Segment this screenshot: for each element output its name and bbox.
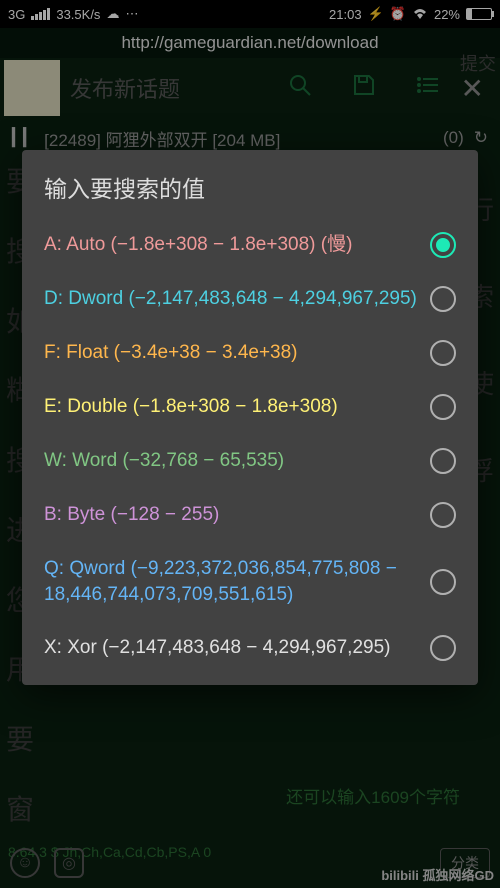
type-option-4[interactable]: W: Word (−32,768 − 65,535) (22, 434, 478, 488)
radio-icon[interactable] (430, 502, 456, 528)
radio-icon[interactable] (430, 286, 456, 312)
radio-icon[interactable] (430, 394, 456, 420)
radio-icon[interactable] (430, 569, 456, 595)
type-option-6[interactable]: Q: Qword (−9,223,372,036,854,775,808 − 1… (22, 542, 478, 621)
type-option-label: Q: Qword (−9,223,372,036,854,775,808 − 1… (44, 556, 430, 607)
type-dialog: 输入要搜索的值 A: Auto (−1.8e+308 − 1.8e+308) (… (22, 150, 478, 685)
type-option-label: E: Double (−1.8e+308 − 1.8e+308) (44, 394, 430, 420)
type-option-label: B: Byte (−128 − 255) (44, 502, 430, 528)
type-option-2[interactable]: F: Float (−3.4e+38 − 3.4e+38) (22, 326, 478, 380)
type-option-label: F: Float (−3.4e+38 − 3.4e+38) (44, 340, 430, 366)
type-option-label: A: Auto (−1.8e+308 − 1.8e+308) (慢) (44, 232, 430, 258)
radio-icon[interactable] (430, 635, 456, 661)
radio-icon[interactable] (430, 232, 456, 258)
type-option-1[interactable]: D: Dword (−2,147,483,648 − 4,294,967,295… (22, 272, 478, 326)
type-option-0[interactable]: A: Auto (−1.8e+308 − 1.8e+308) (慢) (22, 218, 478, 272)
type-option-5[interactable]: B: Byte (−128 − 255) (22, 488, 478, 542)
type-option-label: D: Dword (−2,147,483,648 − 4,294,967,295… (44, 286, 430, 312)
type-option-label: W: Word (−32,768 − 65,535) (44, 448, 430, 474)
radio-icon[interactable] (430, 448, 456, 474)
type-option-7[interactable]: X: Xor (−2,147,483,648 − 4,294,967,295) (22, 621, 478, 675)
type-option-label: X: Xor (−2,147,483,648 − 4,294,967,295) (44, 635, 430, 661)
type-option-3[interactable]: E: Double (−1.8e+308 − 1.8e+308) (22, 380, 478, 434)
radio-icon[interactable] (430, 340, 456, 366)
dialog-title: 输入要搜索的值 (22, 170, 478, 218)
